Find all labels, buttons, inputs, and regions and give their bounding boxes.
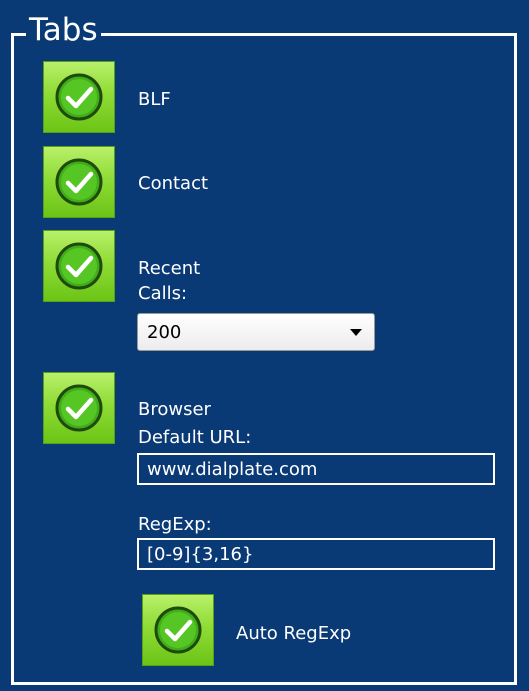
browser-default-url-input[interactable] [137,453,495,485]
tabs-settings-panel: Tabs BLF Contact Recent Calls: 200 Brows… [0,0,529,691]
browser-label-line1: Browser [138,399,211,420]
recent-calls-count-select[interactable]: 200 [137,313,375,351]
chevron-down-icon [350,329,362,336]
regexp-label: RegExp: [138,514,212,535]
contact-checkbox[interactable] [43,146,115,218]
recent-calls-label-line1: Recent [138,258,201,279]
tabs-group-legend: Tabs [26,10,101,50]
auto-regexp-checkbox[interactable] [142,594,214,666]
blf-checkbox[interactable] [43,61,115,133]
check-circle-icon [55,73,103,121]
check-circle-icon [55,384,103,432]
browser-label-line2: Default URL: [138,427,252,448]
auto-regexp-label: Auto RegExp [236,623,352,644]
contact-label: Contact [138,173,209,194]
recent-calls-label-line2: Calls: [138,283,188,304]
recent-calls-count-value: 200 [147,322,182,343]
regexp-input[interactable] [137,538,495,570]
recent-calls-checkbox[interactable] [43,230,115,302]
check-circle-icon [55,158,103,206]
check-circle-icon [154,606,202,654]
check-circle-icon [55,242,103,290]
browser-checkbox[interactable] [43,372,115,444]
blf-label: BLF [138,89,171,110]
